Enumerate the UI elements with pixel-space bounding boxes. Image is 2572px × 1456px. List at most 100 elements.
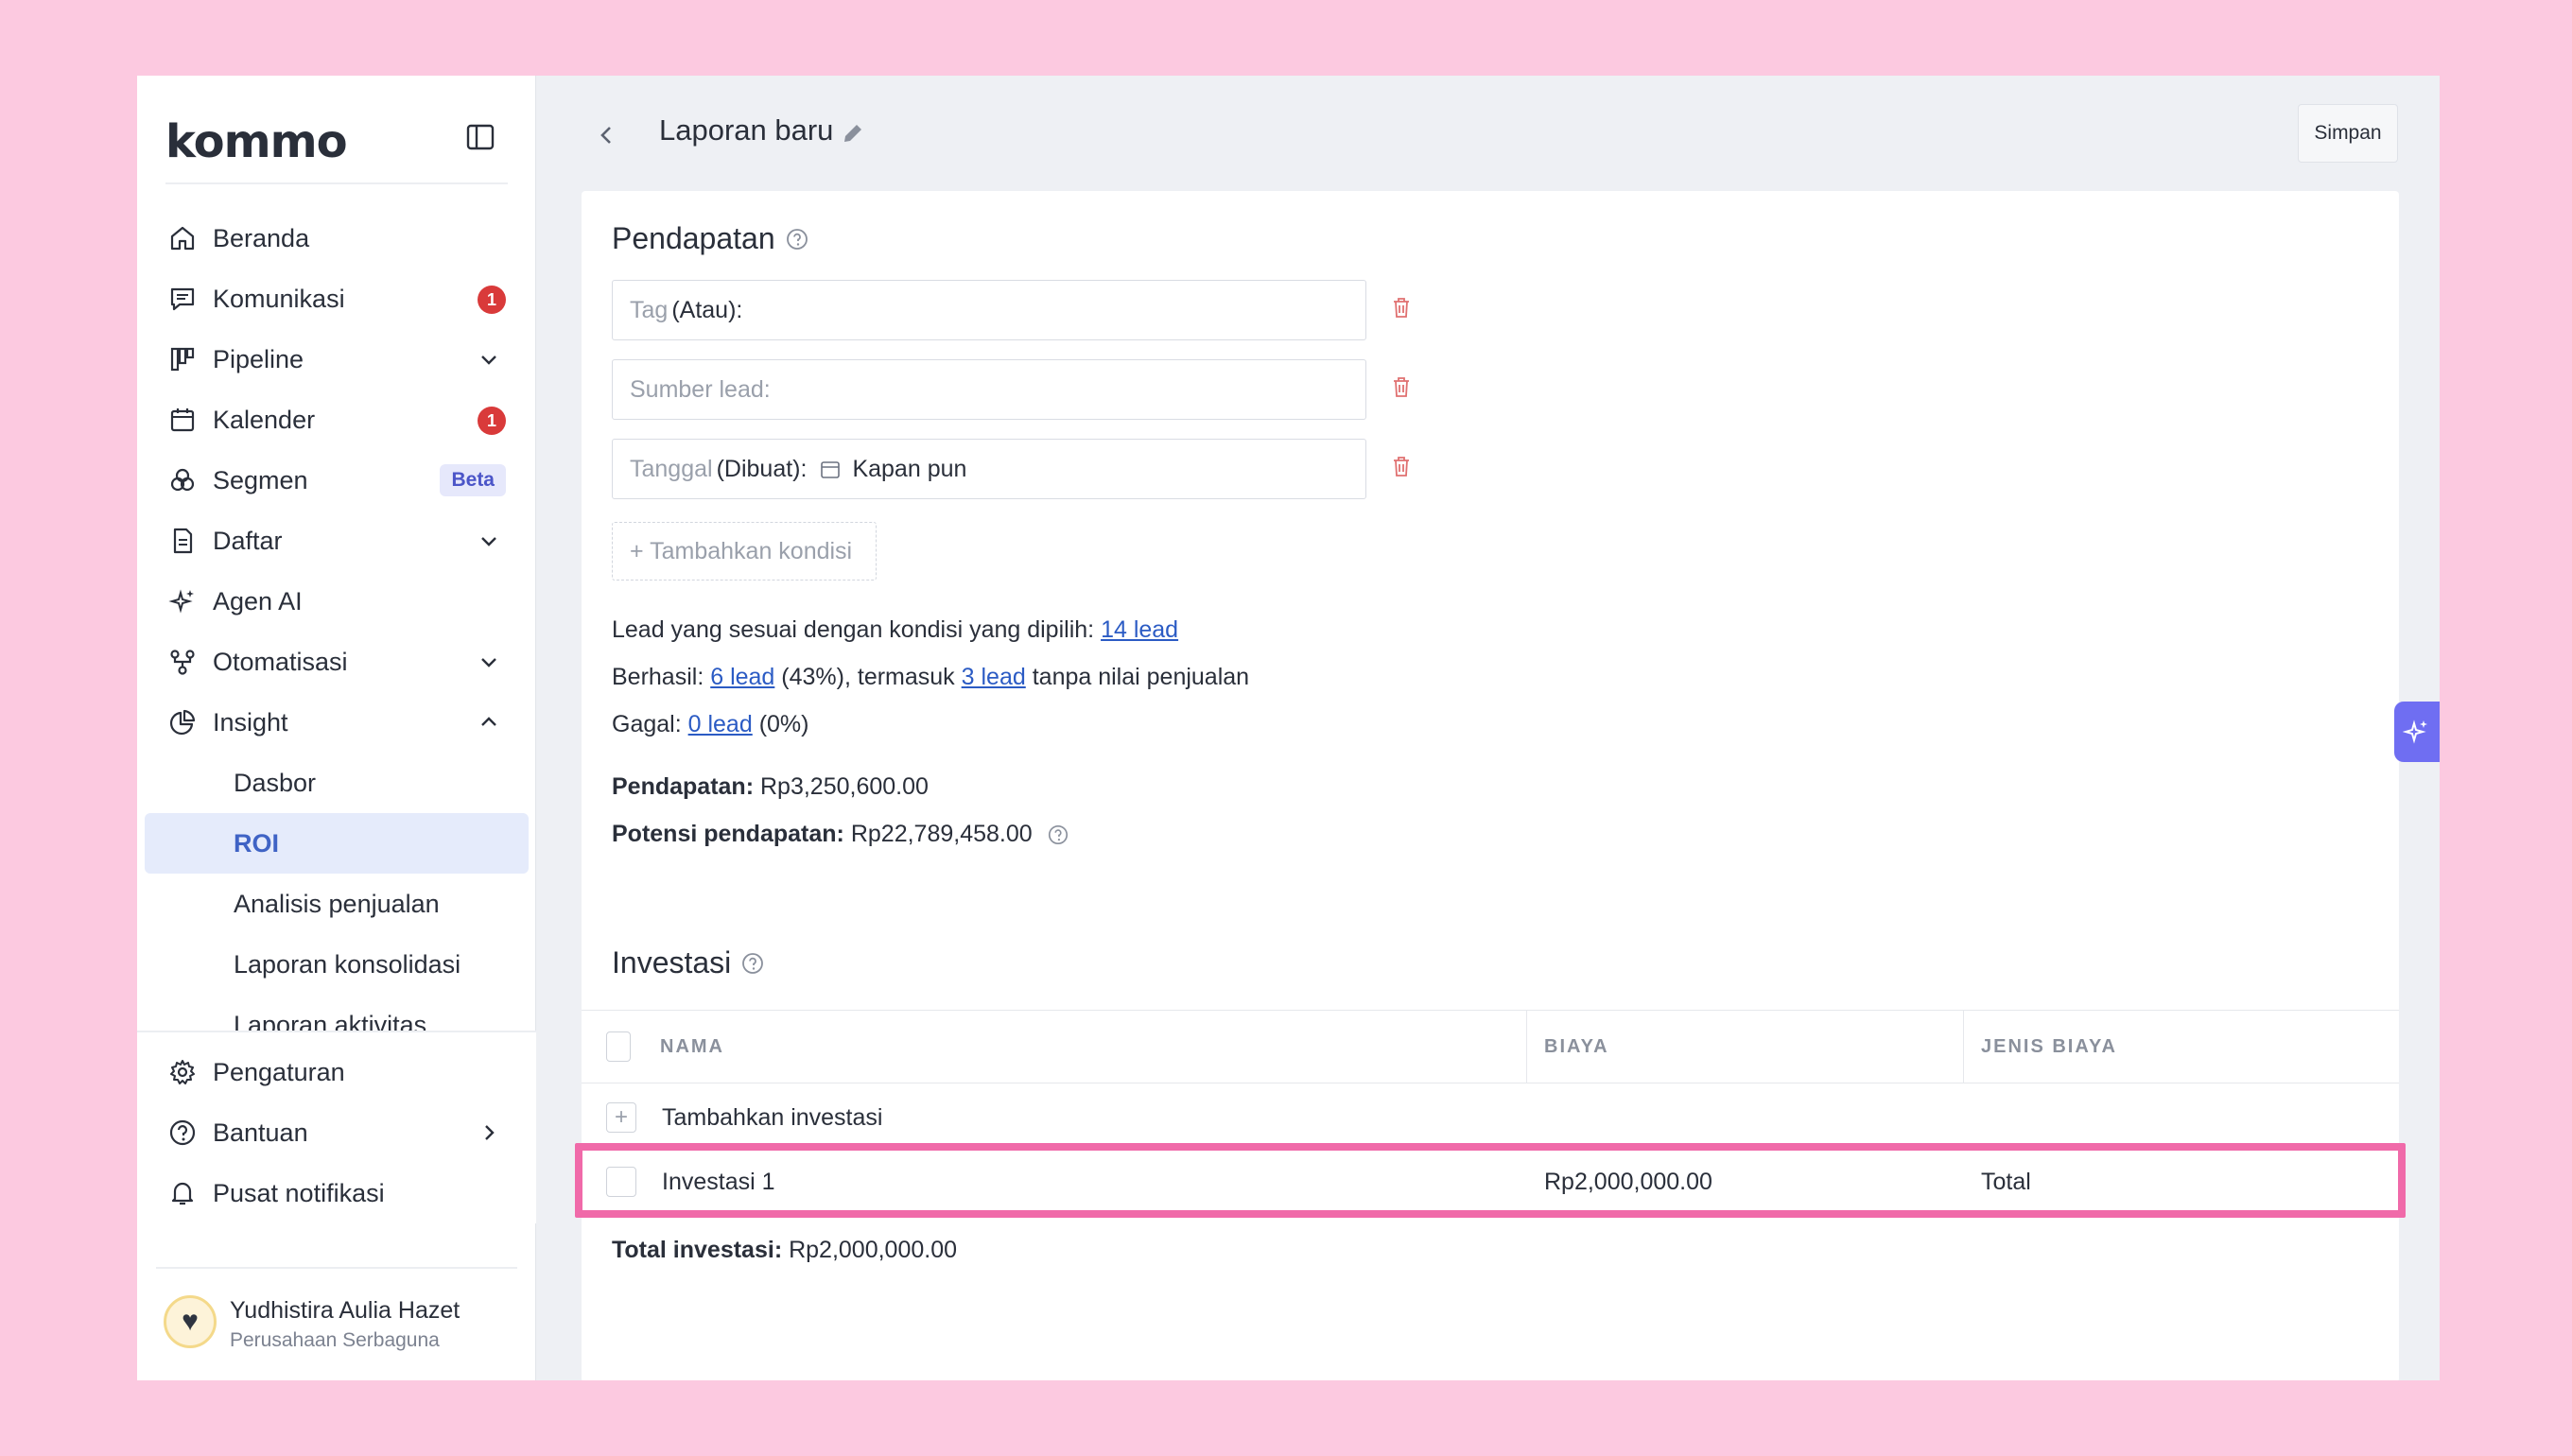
column-biaya[interactable]: BIAYA — [1527, 1011, 1964, 1083]
notification-badge: 1 — [478, 407, 506, 435]
chevron-right-icon[interactable] — [478, 1121, 500, 1144]
matched-leads-link[interactable]: 14 lead — [1101, 616, 1178, 643]
chevron-up-icon[interactable] — [478, 711, 500, 734]
revenue-title: Pendapatan — [612, 221, 809, 256]
sidebar-item-daftar[interactable]: Daftar — [137, 511, 536, 571]
main-nav: Beranda Komunikasi 1 Pipeline Kalender 1… — [137, 208, 536, 1055]
investment-type[interactable]: Total — [1981, 1150, 2031, 1214]
row-checkbox-cell — [606, 1150, 636, 1214]
user-profile[interactable]: ♥ Yudhistira Aulia Hazet Perusahaan Serb… — [156, 1267, 517, 1380]
trash-icon[interactable] — [1389, 374, 1414, 399]
kommo-logo[interactable]: kommo — [165, 115, 348, 168]
chevron-down-icon[interactable] — [478, 650, 500, 673]
tag-filter-field[interactable]: Tag (Atau): — [612, 280, 1366, 340]
sidebar-subitem-analisis-penjualan[interactable]: Analisis penjualan — [137, 874, 536, 934]
sidebar-item-insight[interactable]: Insight — [137, 692, 536, 753]
add-cell: + — [606, 1085, 636, 1150]
fail-percent: (0%) — [758, 711, 809, 737]
trash-icon[interactable] — [1389, 454, 1414, 478]
sidebar-subitem-dasbor[interactable]: Dasbor — [137, 753, 536, 813]
sidebar-item-segmen[interactable]: Segmen Beta — [137, 450, 536, 511]
notification-badge: 1 — [478, 286, 506, 314]
sidebar-item-label: Pusat notifikasi — [213, 1178, 385, 1207]
lead-source-filter-field[interactable]: Sumber lead: — [612, 359, 1366, 420]
sidebar-bottom-nav: Pengaturan Bantuan Pusat notifikasi — [137, 1031, 536, 1223]
sidebar-item-pipeline[interactable]: Pipeline — [137, 329, 536, 390]
gear-icon — [167, 1057, 198, 1087]
chevron-down-icon[interactable] — [478, 529, 500, 552]
sparkle-icon — [167, 586, 198, 616]
sidebar-subitem-roi[interactable]: ROI — [145, 813, 529, 874]
investment-title-text: Investasi — [612, 945, 732, 979]
field-label: Sumber lead: — [630, 375, 771, 403]
app-window: kommo Beranda Komunikasi 1 Pipeline Kale… — [137, 76, 2440, 1380]
no-value-leads-link[interactable]: 3 lead — [962, 664, 1026, 690]
list-icon — [167, 526, 198, 556]
calendar-icon — [167, 405, 198, 435]
pipeline-icon — [167, 344, 198, 374]
bell-icon — [167, 1178, 198, 1208]
sparkle-icon — [2403, 719, 2427, 744]
success-percent: (43%), termasuk — [781, 664, 955, 690]
help-icon[interactable] — [1047, 823, 1069, 846]
field-label: Tanggal — [630, 455, 713, 482]
trash-icon[interactable] — [1389, 295, 1414, 320]
add-investment-label[interactable]: Tambahkan investasi — [662, 1085, 882, 1150]
revenue-card: Pendapatan Tag (Atau): Sumber lead: Tang… — [582, 191, 2399, 955]
sidebar-item-bantuan[interactable]: Bantuan — [137, 1102, 536, 1163]
total-investment-line: Total investasi: Rp2,000,000.00 — [612, 1237, 957, 1264]
matched-leads-line: Lead yang sesuai dengan kondisi yang dip… — [612, 616, 1178, 644]
table-row[interactable]: Investasi 1 Rp2,000,000.00 Total — [582, 1150, 2399, 1214]
sidebar-item-pusat-notifikasi[interactable]: Pusat notifikasi — [137, 1163, 536, 1223]
column-jenis-biaya[interactable]: JENIS BIAYA — [1964, 1011, 2399, 1083]
beta-badge: Beta — [440, 464, 506, 496]
column-nama[interactable]: NAMA — [643, 1011, 1527, 1083]
select-all-cell — [589, 1011, 631, 1083]
sidebar-item-otomatisasi[interactable]: Otomatisasi — [137, 632, 536, 692]
help-icon[interactable] — [785, 227, 809, 251]
save-button[interactable]: Simpan — [2298, 104, 2398, 163]
sidebar-toggle-icon[interactable] — [466, 123, 495, 151]
page-title: Laporan baru — [659, 113, 834, 147]
revenue-label: Pendapatan: — [612, 773, 755, 800]
sidebar-item-label: Kalender — [213, 405, 316, 434]
segment-icon — [167, 465, 198, 495]
plus-icon[interactable]: + — [606, 1102, 636, 1133]
row-checkbox[interactable] — [606, 1167, 636, 1197]
sidebar-item-label: Bantuan — [213, 1118, 308, 1147]
success-leads-link[interactable]: 6 lead — [710, 664, 774, 690]
sidebar-item-pengaturan[interactable]: Pengaturan — [137, 1042, 536, 1102]
chevron-down-icon[interactable] — [478, 348, 500, 371]
sidebar-item-beranda[interactable]: Beranda — [137, 208, 536, 269]
investment-title: Investasi — [612, 945, 765, 980]
add-investment-row[interactable]: + Tambahkan investasi — [582, 1085, 2399, 1150]
table-header: NAMA BIAYA JENIS BIAYA — [582, 1010, 2399, 1083]
success-leads-line: Berhasil: 6 lead (43%), termasuk 3 lead … — [612, 664, 1249, 691]
sidebar-item-label: Komunikasi — [213, 284, 345, 313]
investment-cost[interactable]: Rp2,000,000.00 — [1544, 1150, 1712, 1214]
revenue-total-line: Pendapatan: Rp3,250,600.00 — [612, 773, 929, 801]
investment-name[interactable]: Investasi 1 — [662, 1150, 775, 1214]
help-icon[interactable] — [740, 951, 765, 976]
failed-leads-line: Gagal: 0 lead (0%) — [612, 711, 809, 738]
pencil-icon[interactable] — [839, 119, 867, 147]
sidebar-item-kalender[interactable]: Kalender 1 — [137, 390, 536, 450]
sidebar-subitem-laporan-konsolidasi[interactable]: Laporan konsolidasi — [137, 934, 536, 995]
revenue-value: Rp3,250,600.00 — [759, 773, 929, 800]
back-arrow-icon[interactable] — [591, 119, 623, 151]
help-icon — [167, 1118, 198, 1148]
select-all-checkbox[interactable] — [606, 1031, 631, 1062]
failed-leads-link[interactable]: 0 lead — [688, 711, 753, 737]
sidebar-item-label: Otomatisasi — [213, 647, 348, 676]
date-value[interactable]: Kapan pun — [820, 456, 966, 483]
sidebar-item-label: Insight — [213, 707, 288, 737]
date-filter-field[interactable]: Tanggal (Dibuat): Kapan pun — [612, 439, 1366, 499]
sidebar-item-agen-ai[interactable]: Agen AI — [137, 571, 536, 632]
user-company: Perusahaan Serbaguna — [230, 1329, 440, 1351]
sidebar-item-komunikasi[interactable]: Komunikasi 1 — [137, 269, 536, 329]
add-condition-button[interactable]: + Tambahkan kondisi — [612, 522, 877, 581]
sidebar-item-label: Agen AI — [213, 586, 303, 615]
total-investment-label: Total investasi: — [612, 1237, 783, 1263]
field-label: Tag — [630, 296, 669, 323]
ai-assistant-button[interactable] — [2394, 702, 2440, 762]
